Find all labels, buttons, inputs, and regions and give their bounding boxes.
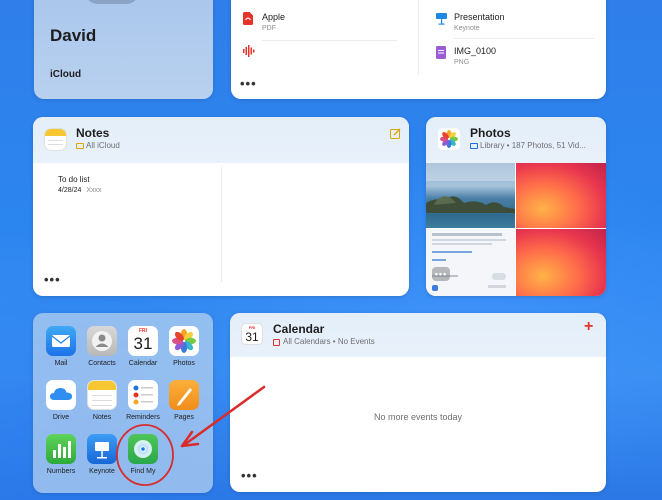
annotation-overlay [116,385,266,486]
annotation-arrow [180,385,266,448]
annotation-circle [116,424,174,486]
